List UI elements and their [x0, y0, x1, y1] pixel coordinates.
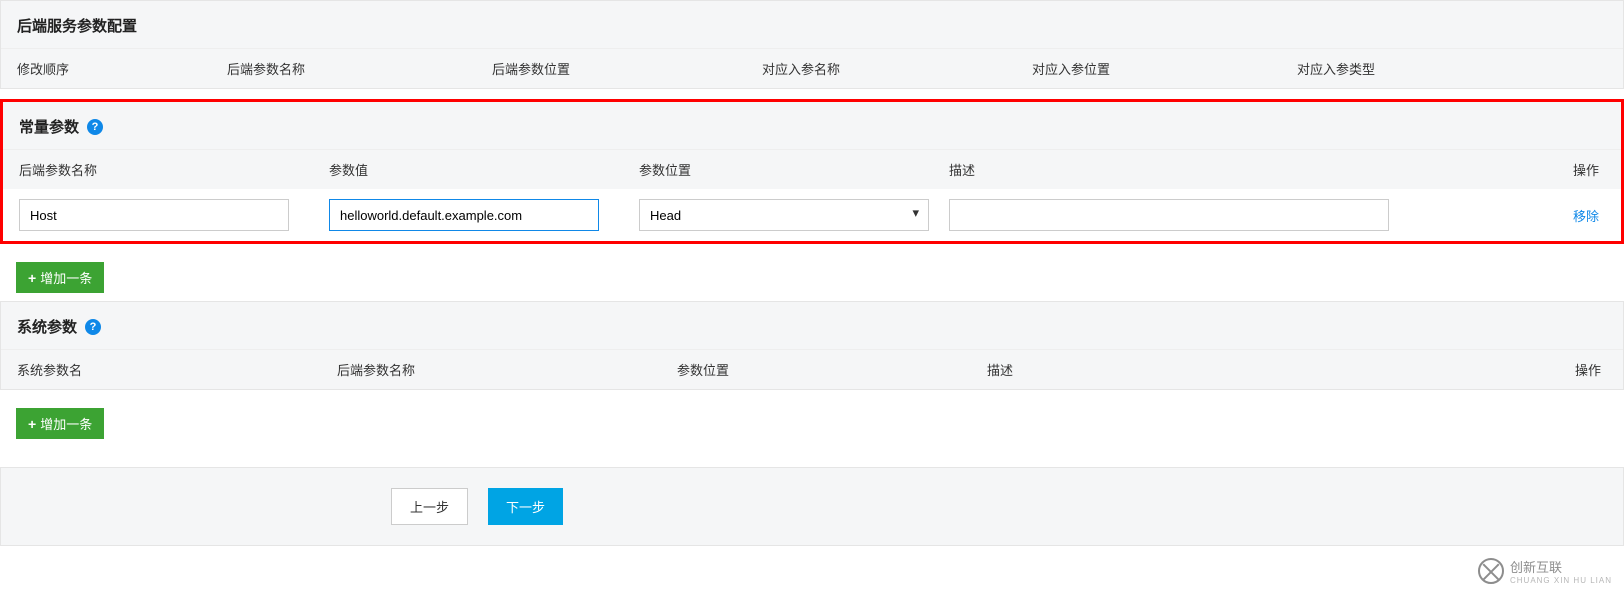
col-sys-backend: 后端参数名称: [337, 360, 677, 379]
backend-config-panel: 后端服务参数配置 修改顺序 后端参数名称 后端参数位置 对应入参名称 对应入参位…: [0, 0, 1624, 89]
param-value-input[interactable]: [329, 199, 599, 231]
constant-params-title-text: 常量参数: [19, 116, 79, 137]
next-button[interactable]: 下一步: [488, 488, 563, 525]
param-desc-input[interactable]: [949, 199, 1389, 231]
param-name-input[interactable]: [19, 199, 289, 231]
col-input-loc: 对应入参位置: [1032, 59, 1297, 78]
constant-params-panel: 常量参数 ? 后端参数名称 参数值 参数位置 描述 操作 Head 移除: [0, 99, 1624, 244]
param-location-select[interactable]: Head: [639, 199, 929, 231]
add-system-button[interactable]: + 增加一条: [16, 408, 104, 439]
col-input-name: 对应入参名称: [762, 59, 1032, 78]
col-backend-loc: 后端参数位置: [492, 59, 762, 78]
add-constant-button[interactable]: + 增加一条: [16, 262, 104, 293]
col-const-value: 参数值: [329, 160, 639, 179]
col-input-type: 对应入参类型: [1297, 59, 1607, 78]
brand-watermark: 创新互联 CHUANG XIN HU LIAN: [1478, 557, 1612, 585]
col-const-ops: 操作: [1424, 160, 1605, 179]
constant-params-row: Head 移除: [3, 189, 1621, 241]
help-icon[interactable]: ?: [85, 319, 101, 335]
col-backend-name: 后端参数名称: [227, 59, 492, 78]
col-sys-loc: 参数位置: [677, 360, 987, 379]
col-const-loc: 参数位置: [639, 160, 949, 179]
constant-params-header: 后端参数名称 参数值 参数位置 描述 操作: [3, 149, 1621, 189]
brand-logo-icon: [1478, 558, 1504, 584]
footer-bar: 上一步 下一步: [0, 467, 1624, 546]
system-params-header: 系统参数名 后端参数名称 参数位置 描述 操作: [1, 349, 1623, 389]
plus-icon: +: [28, 417, 36, 431]
add-system-label: 增加一条: [40, 414, 92, 433]
col-const-name: 后端参数名称: [19, 160, 329, 179]
col-sys-name: 系统参数名: [17, 360, 337, 379]
system-params-panel: 系统参数 ? 系统参数名 后端参数名称 参数位置 描述 操作: [0, 301, 1624, 390]
col-modify-order: 修改顺序: [17, 59, 227, 78]
add-constant-label: 增加一条: [40, 268, 92, 287]
col-sys-desc: 描述: [987, 360, 1442, 379]
help-icon[interactable]: ?: [87, 119, 103, 135]
plus-icon: +: [28, 271, 36, 285]
constant-params-title: 常量参数 ?: [3, 102, 1621, 149]
col-sys-ops: 操作: [1442, 360, 1607, 379]
brand-sub: CHUANG XIN HU LIAN: [1510, 576, 1612, 585]
brand-name: 创新互联: [1510, 560, 1562, 575]
col-const-desc: 描述: [949, 160, 1424, 179]
system-params-title-text: 系统参数: [17, 316, 77, 337]
remove-link[interactable]: 移除: [1573, 209, 1599, 224]
prev-button[interactable]: 上一步: [391, 488, 468, 525]
backend-config-title: 后端服务参数配置: [1, 1, 1623, 48]
backend-config-header: 修改顺序 后端参数名称 后端参数位置 对应入参名称 对应入参位置 对应入参类型: [1, 48, 1623, 88]
system-params-title: 系统参数 ?: [1, 302, 1623, 349]
